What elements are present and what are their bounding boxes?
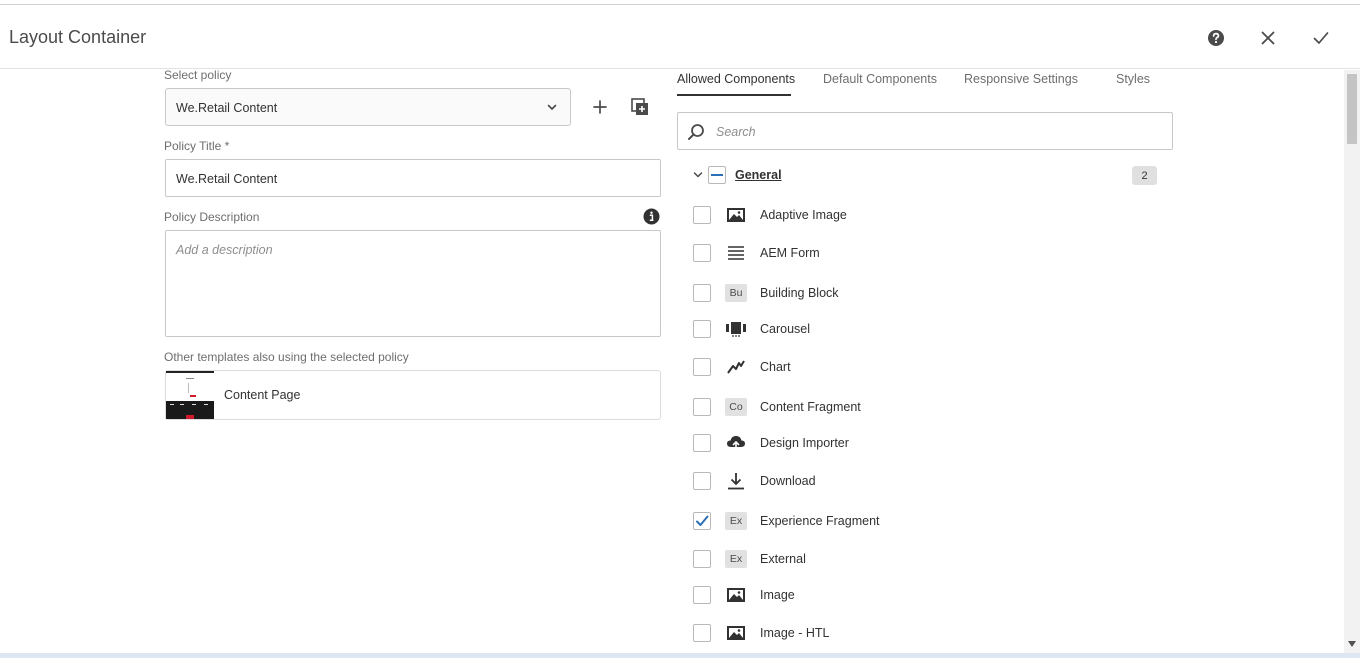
component-group-header: General (689, 164, 1159, 188)
policy-description-placeholder: Add a description (176, 243, 273, 257)
chevron-down-icon[interactable] (693, 170, 703, 180)
close-button[interactable] (1256, 26, 1280, 50)
select-policy-label: Select policy (164, 70, 232, 82)
list-item: Adaptive Image (693, 204, 1163, 228)
tab-responsive-settings[interactable]: Responsive Settings (964, 72, 1078, 86)
add-policy-button[interactable] (587, 94, 613, 120)
component-checkbox[interactable] (693, 206, 711, 224)
component-label: Image (760, 588, 795, 602)
done-button[interactable] (1309, 26, 1333, 50)
list-item: Image (693, 584, 1163, 608)
plus-icon (593, 100, 607, 114)
tab-allowed-components[interactable]: Allowed Components (677, 72, 795, 86)
policy-select-value: We.Retail Content (176, 101, 278, 115)
policy-select[interactable]: We.Retail Content (165, 88, 571, 126)
window-bottom-edge (0, 653, 1360, 658)
active-tab-indicator (677, 94, 791, 96)
list-item: Co Content Fragment (693, 396, 1163, 420)
list-item: Download (693, 470, 1163, 494)
chart-line-icon (725, 357, 747, 377)
component-checkbox[interactable] (693, 434, 711, 452)
component-search-input[interactable]: Search (677, 112, 1173, 150)
component-label: Content Fragment (760, 400, 861, 414)
component-checkbox[interactable] (693, 624, 711, 642)
list-item: Ex Experience Fragment (693, 510, 1163, 534)
abbreviation-icon: Co (725, 397, 747, 417)
form-lines-icon (725, 243, 747, 263)
component-checkbox[interactable] (693, 320, 711, 338)
checkmark-icon (696, 515, 709, 526)
close-icon (1261, 31, 1275, 45)
list-item: Design Importer (693, 432, 1163, 456)
template-name: Content Page (224, 388, 301, 402)
component-label: AEM Form (760, 246, 820, 260)
component-checkbox[interactable] (693, 244, 711, 262)
component-label: Download (760, 474, 816, 488)
component-label: Design Importer (760, 436, 849, 450)
policy-title-value: We.Retail Content (176, 172, 278, 186)
checkmark-icon (1313, 32, 1329, 44)
component-checkbox-checked[interactable] (693, 512, 711, 530)
component-label: External (760, 552, 806, 566)
component-checkbox[interactable] (693, 284, 711, 302)
group-name[interactable]: General (735, 168, 782, 182)
component-label: Chart (760, 360, 791, 374)
policy-description-info-button[interactable] (638, 203, 664, 229)
list-item: Carousel (693, 318, 1163, 342)
template-thumbnail (166, 371, 214, 419)
properties-tabs: Allowed Components Default Components Re… (677, 70, 1173, 97)
abbreviation-icon: Ex (725, 511, 747, 531)
download-icon (725, 471, 747, 491)
list-item: Chart (693, 356, 1163, 380)
image-icon (725, 205, 747, 225)
component-checkbox[interactable] (693, 472, 711, 490)
component-label: Carousel (760, 322, 811, 336)
info-icon (643, 208, 659, 224)
tab-default-components[interactable]: Default Components (823, 72, 937, 86)
abbreviation-icon: Bu (725, 283, 747, 303)
vertical-scrollbar[interactable] (1344, 70, 1360, 654)
dialog-content: Select policy We.Retail Content Policy T… (9, 70, 1344, 654)
duplicate-icon (631, 98, 648, 115)
component-checkbox[interactable] (693, 358, 711, 376)
dialog-title: Layout Container (9, 27, 147, 47)
duplicate-policy-button[interactable] (627, 94, 653, 120)
component-checkbox[interactable] (693, 550, 711, 568)
other-templates-label: Other templates also using the selected … (164, 350, 409, 364)
carousel-icon (725, 319, 747, 339)
scrollbar-thumb[interactable] (1347, 74, 1357, 144)
policy-description-field[interactable]: Add a description (165, 230, 661, 337)
search-icon (688, 124, 704, 140)
help-button[interactable] (1204, 26, 1228, 50)
list-item: Image - HTL (693, 622, 1163, 646)
policy-description-label: Policy Description (164, 210, 260, 224)
policy-title-label: Policy Title * (164, 139, 230, 153)
dialog-header: Layout Container (0, 5, 1360, 69)
cloud-upload-icon (725, 433, 747, 453)
tab-styles[interactable]: Styles (1116, 72, 1150, 86)
template-card[interactable]: Content Page (165, 370, 661, 420)
list-item: Ex External (693, 548, 1163, 572)
chevron-down-icon (547, 104, 557, 110)
help-icon (1208, 30, 1224, 46)
component-checkbox[interactable] (693, 398, 711, 416)
list-item: AEM Form (693, 242, 1163, 266)
abbreviation-icon: Ex (725, 549, 747, 569)
component-label: Image - HTL (760, 626, 830, 640)
component-label: Adaptive Image (760, 208, 847, 222)
group-select-all-checkbox[interactable] (708, 166, 726, 184)
image-icon (725, 623, 747, 643)
component-checkbox[interactable] (693, 586, 711, 604)
list-item: Bu Building Block (693, 282, 1163, 306)
indeterminate-mark (711, 174, 723, 176)
scroll-down-arrow-icon[interactable] (1348, 641, 1356, 647)
component-label: Experience Fragment (760, 514, 880, 528)
policy-title-field[interactable]: We.Retail Content (165, 159, 661, 197)
image-icon (725, 585, 747, 605)
group-selected-count-badge: 2 (1132, 166, 1157, 185)
search-placeholder: Search (716, 125, 756, 139)
component-label: Building Block (760, 286, 839, 300)
